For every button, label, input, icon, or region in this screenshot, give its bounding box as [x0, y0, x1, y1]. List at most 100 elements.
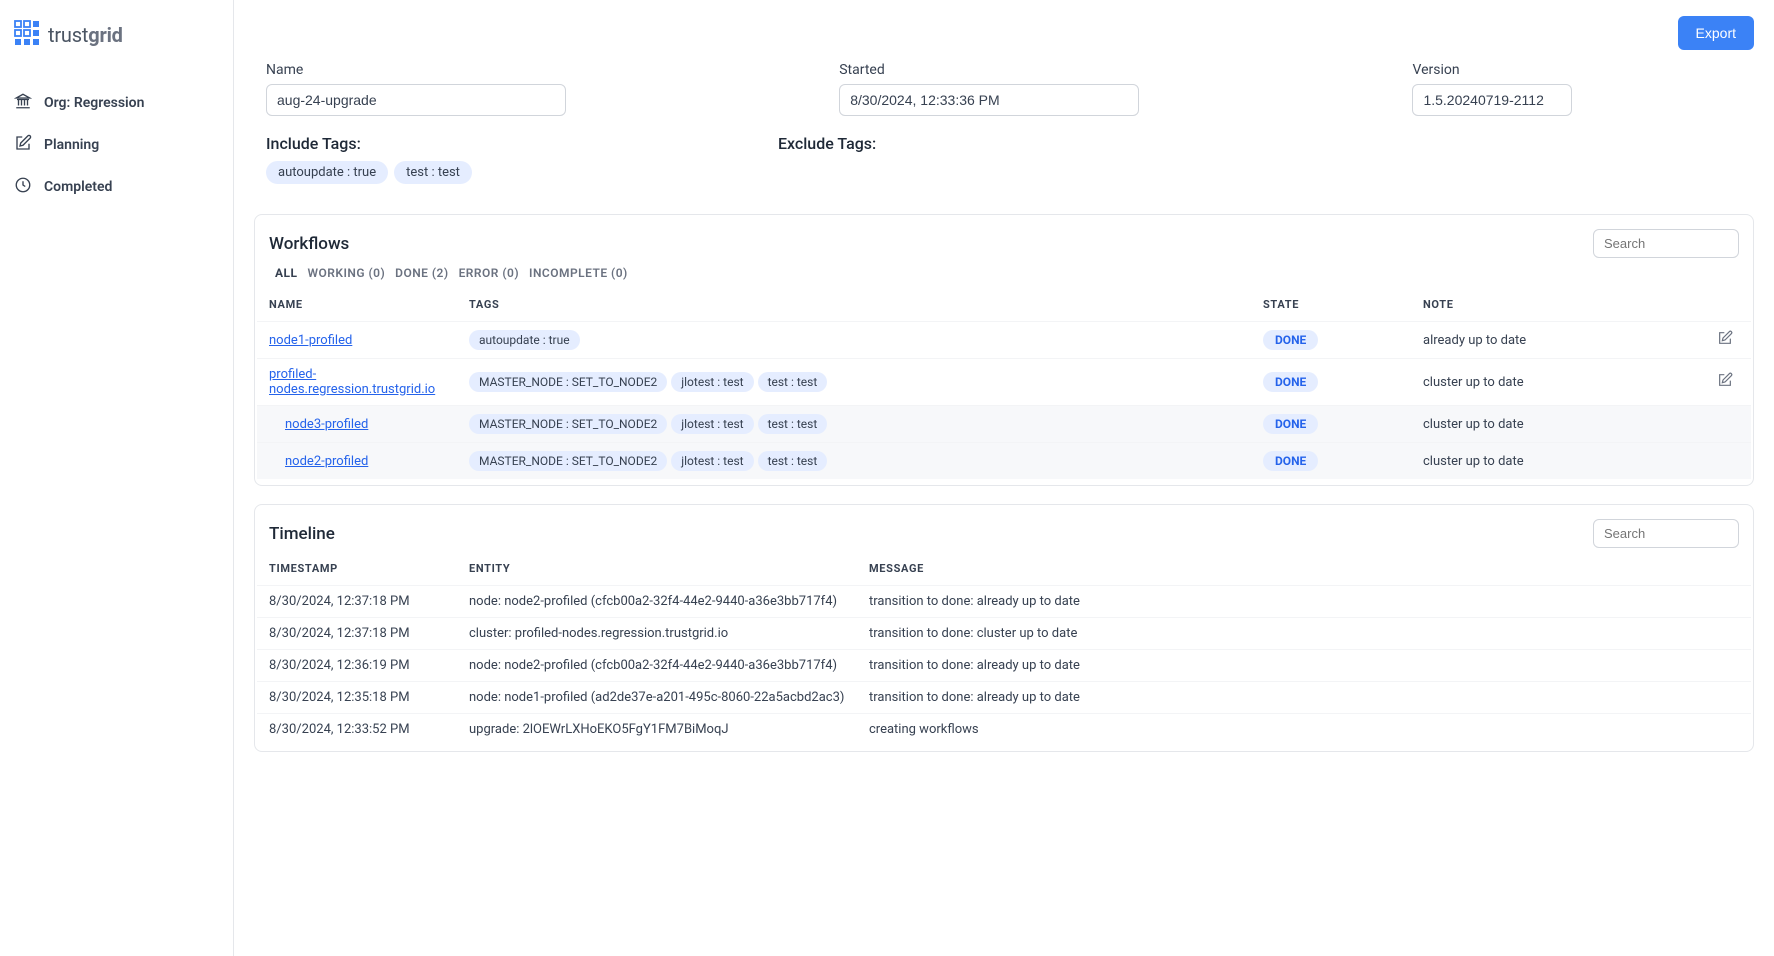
tab-done-[interactable]: DONE (2)	[395, 266, 448, 280]
edit-icon[interactable]	[1717, 377, 1733, 392]
timeline-title: Timeline	[269, 524, 335, 544]
tag-chip: jlotest : test	[671, 451, 753, 471]
include-tags-block: Include Tags: autoupdate : true test : te…	[266, 134, 478, 188]
state-badge: DONE	[1263, 451, 1318, 471]
workflows-panel: Workflows ALL WORKING (0) DONE (2) ERROR (0…	[254, 214, 1754, 486]
timestamp-cell: 8/30/2024, 12:35:18 PM	[257, 682, 457, 714]
clock-icon	[14, 176, 32, 198]
table-row: node2-profiled MASTER_NODE : SET_TO_NODE2…	[257, 443, 1751, 480]
message-cell: transition to done: already up to date	[857, 586, 1751, 618]
message-cell: transition to done: already up to date	[857, 682, 1751, 714]
entity-cell: node: node2-profiled (cfcb00a2-32f4-44e2…	[457, 650, 857, 682]
started-input[interactable]	[839, 84, 1139, 116]
edit-icon	[14, 134, 32, 156]
entity-cell: upgrade: 2lOEWrLXHoEKO5FgY1FM7BiMoqJ	[457, 714, 857, 746]
note-cell: cluster up to date	[1411, 443, 1691, 480]
timeline-search-input[interactable]	[1593, 519, 1739, 548]
logo-icon	[14, 20, 40, 50]
timeline-table: TIMESTAMP ENTITY MESSAGE 8/30/2024, 12:3…	[257, 554, 1751, 745]
name-input[interactable]	[266, 84, 566, 116]
col-state: STATE	[1251, 290, 1411, 322]
field-label: Name	[266, 62, 815, 78]
tag-chip: MASTER_NODE : SET_TO_NODE2	[469, 372, 667, 392]
table-row: 8/30/2024, 12:37:18 PMcluster: profiled-…	[257, 618, 1751, 650]
main: Export Name Started Version Include Tags…	[234, 0, 1774, 956]
node-link[interactable]: node2-profiled	[285, 454, 368, 469]
field-name: Name	[266, 62, 815, 116]
edit-icon[interactable]	[1717, 335, 1733, 350]
logo-text: trustgrid	[48, 23, 123, 47]
tags-row: Include Tags: autoupdate : true test : te…	[254, 134, 1754, 196]
sidebar-item-planning[interactable]: Planning	[0, 124, 233, 166]
col-timestamp: TIMESTAMP	[257, 554, 457, 586]
export-button[interactable]: Export	[1678, 16, 1754, 50]
tag-chip: jlotest : test	[671, 372, 753, 392]
note-cell: cluster up to date	[1411, 406, 1691, 443]
tab-all[interactable]: ALL	[275, 266, 298, 280]
message-cell: creating workflows	[857, 714, 1751, 746]
entity-cell: cluster: profiled-nodes.regression.trust…	[457, 618, 857, 650]
sidebar-item-org[interactable]: Org: Regression	[0, 82, 233, 124]
include-tags-label: Include Tags:	[266, 134, 478, 153]
timestamp-cell: 8/30/2024, 12:36:19 PM	[257, 650, 457, 682]
entity-cell: node: node2-profiled (cfcb00a2-32f4-44e2…	[457, 586, 857, 618]
tag-chip: test : test	[758, 414, 828, 434]
include-tags-list: autoupdate : true test : test	[266, 161, 478, 188]
state-badge: DONE	[1263, 372, 1318, 392]
field-started: Started	[839, 62, 1388, 116]
note-cell: cluster up to date	[1411, 359, 1691, 406]
state-badge: DONE	[1263, 330, 1318, 350]
table-row: profiled-nodes.regression.trustgrid.io MA…	[257, 359, 1751, 406]
tag-chip: MASTER_NODE : SET_TO_NODE2	[469, 451, 667, 471]
col-entity: ENTITY	[457, 554, 857, 586]
table-row: 8/30/2024, 12:37:18 PMnode: node2-profil…	[257, 586, 1751, 618]
tab-working-[interactable]: WORKING (0)	[308, 266, 386, 280]
col-note: NOTE	[1411, 290, 1691, 322]
tag-chip: MASTER_NODE : SET_TO_NODE2	[469, 414, 667, 434]
sidebar-item-completed[interactable]: Completed	[0, 166, 233, 208]
bank-icon	[14, 92, 32, 114]
entity-cell: node: node1-profiled (ad2de37e-a201-495c…	[457, 682, 857, 714]
field-label: Started	[839, 62, 1388, 78]
table-row: node1-profiledautoupdate : trueDONEalrea…	[257, 322, 1751, 359]
tab-error-[interactable]: ERROR (0)	[459, 266, 519, 280]
timestamp-cell: 8/30/2024, 12:37:18 PM	[257, 586, 457, 618]
message-cell: transition to done: already up to date	[857, 650, 1751, 682]
exclude-tags-label: Exclude Tags:	[778, 134, 876, 153]
sidebar: trustgrid Org: Regression Planning Compl…	[0, 0, 234, 956]
tag-chip: test : test	[758, 451, 828, 471]
sidebar-item-label: Planning	[44, 137, 99, 153]
version-input[interactable]	[1412, 84, 1572, 116]
nav: Org: Regression Planning Completed	[0, 70, 233, 208]
logo: trustgrid	[0, 14, 233, 70]
workflows-table: NAME TAGS STATE NOTE node1-profiled autou…	[257, 290, 1751, 479]
tag-chip: test : test	[394, 161, 472, 184]
field-label: Version	[1412, 62, 1742, 78]
col-message: MESSAGE	[857, 554, 1751, 586]
tab-incomplete-[interactable]: INCOMPLETE (0)	[529, 266, 628, 280]
topbar: Export	[254, 16, 1754, 50]
timestamp-cell: 8/30/2024, 12:33:52 PM	[257, 714, 457, 746]
node-link[interactable]: profiled-nodes.regression.trustgrid.io	[269, 367, 435, 397]
sidebar-item-label: Org: Regression	[44, 95, 144, 111]
node-link[interactable]: node1-profiled	[269, 333, 352, 348]
workflows-search-input[interactable]	[1593, 229, 1739, 258]
table-row: 8/30/2024, 12:35:18 PMnode: node1-profil…	[257, 682, 1751, 714]
details-row: Name Started Version	[254, 62, 1754, 134]
table-row: node3-profiled MASTER_NODE : SET_TO_NODE2…	[257, 406, 1751, 443]
timestamp-cell: 8/30/2024, 12:37:18 PM	[257, 618, 457, 650]
exclude-tags-block: Exclude Tags:	[778, 134, 876, 188]
col-tags: TAGS	[457, 290, 1251, 322]
workflows-title: Workflows	[269, 234, 349, 254]
tag-chip: autoupdate : true	[266, 161, 388, 184]
tag-chip: autoupdate : true	[469, 330, 580, 350]
col-name: NAME	[257, 290, 457, 322]
workflows-tabs: ALL WORKING (0) DONE (2) ERROR (0) INCOMPLET…	[257, 264, 1751, 290]
node-link[interactable]: node3-profiled	[285, 417, 368, 432]
table-row: 8/30/2024, 12:36:19 PMnode: node2-profil…	[257, 650, 1751, 682]
message-cell: transition to done: cluster up to date	[857, 618, 1751, 650]
sidebar-item-label: Completed	[44, 179, 112, 195]
table-row: 8/30/2024, 12:33:52 PMupgrade: 2lOEWrLXH…	[257, 714, 1751, 746]
field-version: Version	[1412, 62, 1742, 116]
tag-chip: test : test	[758, 372, 828, 392]
